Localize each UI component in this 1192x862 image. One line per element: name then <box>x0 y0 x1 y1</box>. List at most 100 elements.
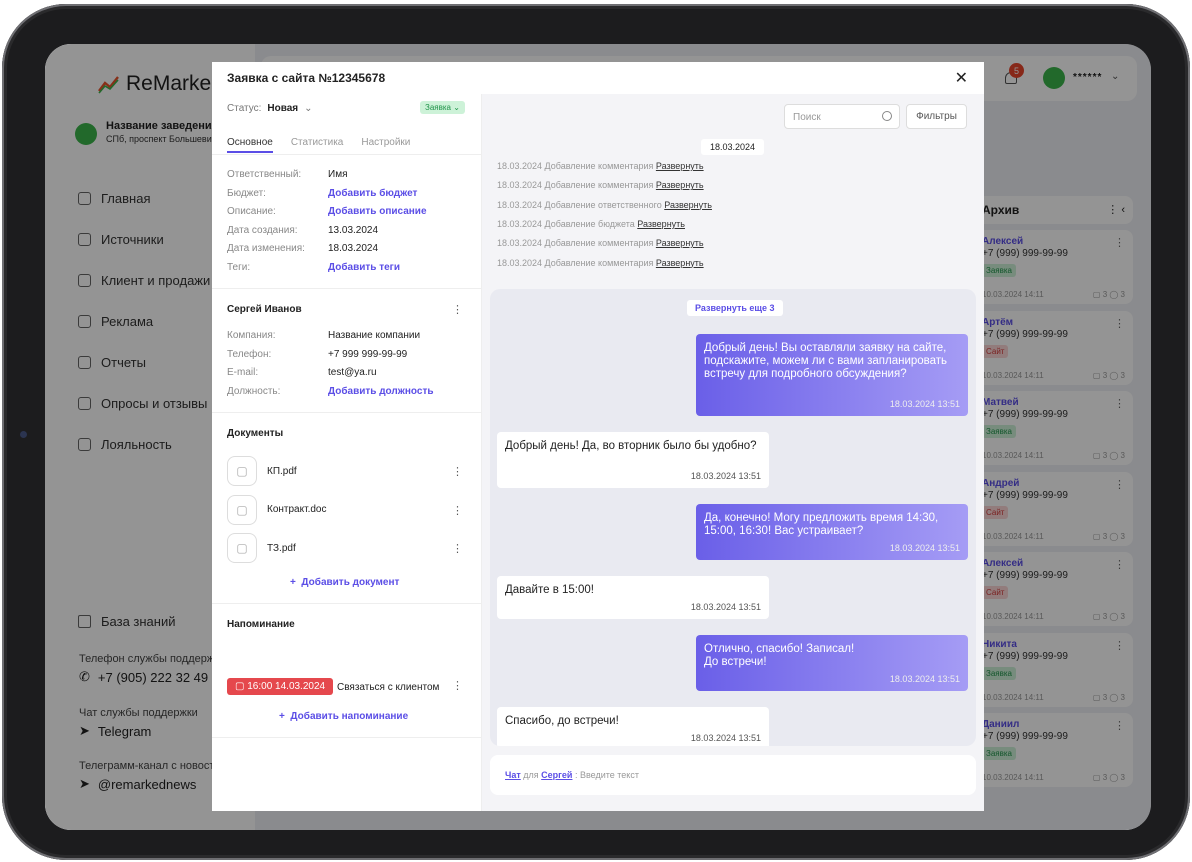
field-value[interactable]: Добавить бюджет <box>328 188 417 199</box>
expand-link[interactable]: Развернуть <box>656 180 704 190</box>
activity-panel: Поиск Фильтры 18.03.2024 18.03.2024 Доба… <box>482 94 984 811</box>
chat-thread: Развернуть еще 3 Добрый день! Вы оставля… <box>490 289 976 746</box>
status-selector[interactable]: Статус: Новая ⌄ <box>227 103 313 114</box>
field-value: 13.03.2024 <box>328 224 379 236</box>
document-menu-icon[interactable]: ⋮ <box>452 504 463 517</box>
log-text: 18.03.2024 Добавление ответственного <box>497 199 662 210</box>
recipient-link[interactable]: Сергей <box>541 770 572 780</box>
field-label: Компания: <box>227 330 276 341</box>
field-label: Описание: <box>227 206 276 218</box>
documents-title: Документы <box>227 428 284 439</box>
message-time: 18.03.2024 13:51 <box>889 399 960 409</box>
field-row: Бюджет: Добавить бюджет <box>227 188 417 199</box>
source-tag[interactable]: Заявка ⌄ <box>420 101 465 114</box>
field-label: Теги: <box>227 262 251 273</box>
tablet-frame: ReMarked Название заведения СПб, проспект… <box>2 4 1190 860</box>
for-label: для <box>523 770 539 780</box>
incoming-message: Давайте в 15:00! 18.03.2024 13:51 <box>497 576 769 619</box>
field-value: 18.03.2024 <box>328 243 379 255</box>
status-value: Новая <box>267 103 299 114</box>
search-input[interactable]: Поиск <box>784 104 900 129</box>
expand-link[interactable]: Развернуть <box>656 258 704 268</box>
expand-more-button[interactable]: Развернуть еще 3 <box>687 300 783 316</box>
activity-log-item: 18.03.2024 Добавление комментария Развер… <box>497 180 704 190</box>
source-tag-label: Заявка <box>425 103 451 112</box>
message-text: Спасибо, до встречи! <box>505 715 619 727</box>
incoming-message: Спасибо, до встречи! 18.03.2024 13:51 <box>497 707 769 746</box>
filters-button[interactable]: Фильтры <box>906 104 967 129</box>
log-text: 18.03.2024 Добавление комментария <box>497 257 654 268</box>
file-icon: ▢ <box>227 494 257 525</box>
message-time: 18.03.2024 13:51 <box>690 733 761 743</box>
divider <box>212 603 482 604</box>
document-menu-icon[interactable]: ⋮ <box>452 542 463 555</box>
field-label: Должность: <box>227 385 281 397</box>
close-icon[interactable]: ✕ <box>955 68 968 88</box>
document-item[interactable]: ▢ ТЗ.pdf <box>227 533 296 563</box>
modal-title: Заявка с сайта №12345678 <box>227 71 386 85</box>
field-label: Бюджет: <box>227 187 266 199</box>
divider <box>212 288 482 289</box>
expand-link[interactable]: Развернуть <box>656 238 704 248</box>
message-input[interactable]: Чат для Сергей : Введите текст <box>490 755 976 795</box>
field-value[interactable]: Добавить теги <box>328 262 400 273</box>
incoming-message: Добрый день! Да, во вторник было бы удоб… <box>497 432 769 488</box>
search-icon <box>882 111 892 121</box>
search-placeholder: Поиск <box>793 112 821 123</box>
message-time: 18.03.2024 13:51 <box>690 602 761 612</box>
field-value[interactable]: Добавить описание <box>328 206 427 217</box>
reminder-time: 16:00 14.03.2024 <box>247 681 326 692</box>
camera-dot <box>20 431 27 438</box>
file-icon: ▢ <box>227 456 257 486</box>
contact-menu-icon[interactable]: ⋮ <box>452 303 463 316</box>
expand-link[interactable]: Развернуть <box>656 161 704 171</box>
message-text: Добрый день! Да, во вторник было бы удоб… <box>505 440 757 452</box>
log-text: 18.03.2024 Добавление бюджета <box>497 218 635 229</box>
expand-link[interactable]: Развернуть <box>664 200 712 210</box>
input-placeholder: Введите текст <box>579 770 639 780</box>
activity-log-item: 18.03.2024 Добавление комментария Развер… <box>497 238 704 248</box>
document-item[interactable]: ▢ КП.pdf <box>227 456 297 486</box>
field-value[interactable]: Добавить должность <box>328 386 433 397</box>
field-row: Дата изменения: 18.03.2024 <box>227 243 378 254</box>
document-name: Контракт.doc <box>267 504 327 515</box>
document-name: ТЗ.pdf <box>267 542 296 554</box>
field-row: Должность: Добавить должность <box>227 386 433 397</box>
field-label: Ответственный: <box>227 169 302 180</box>
field-value: +7 999 999-99-99 <box>328 348 408 360</box>
reminder-text: Связаться с клиентом <box>337 682 440 693</box>
tab-settings[interactable]: Настройки <box>361 137 410 153</box>
activity-log-item: 18.03.2024 Добавление бюджета Развернуть <box>497 219 685 229</box>
field-row: Ответственный: Имя <box>227 169 347 180</box>
message-time: 18.03.2024 13:51 <box>889 543 960 553</box>
reminder-menu-icon[interactable]: ⋮ <box>452 679 463 692</box>
add-reminder-button[interactable]: + Добавить напоминание <box>279 711 408 722</box>
expand-link[interactable]: Развернуть <box>637 219 685 229</box>
reminder-title: Напоминание <box>227 619 295 630</box>
lead-modal: Заявка с сайта №12345678 ✕ Статус: Новая ⌄… <box>212 62 984 811</box>
mode-link[interactable]: Чат <box>505 770 521 780</box>
document-menu-icon[interactable]: ⋮ <box>452 465 463 478</box>
date-divider: 18.03.2024 <box>701 139 765 155</box>
document-item[interactable]: ▢ Контракт.doc <box>227 494 327 525</box>
field-label: Дата изменения: <box>227 243 305 255</box>
field-label: E-mail: <box>227 367 259 379</box>
reminder-time-badge[interactable]: ▢ 16:00 14.03.2024 <box>227 678 334 695</box>
field-row: Теги: Добавить теги <box>227 262 400 273</box>
log-text: 18.03.2024 Добавление комментария <box>497 238 654 249</box>
message-text: Добрый день! Вы оставляли заявку на сайт… <box>704 342 948 380</box>
lead-details-panel: Статус: Новая ⌄ Заявка ⌄ Основное Статисти… <box>212 94 482 811</box>
outgoing-message: Отлично, спасибо! Записал! До встречи! 18… <box>696 635 968 691</box>
activity-log-item: 18.03.2024 Добавление комментария Развер… <box>497 161 704 171</box>
field-value: Название компании <box>328 330 421 341</box>
tab-stats[interactable]: Статистика <box>291 137 344 153</box>
tab-main[interactable]: Основное <box>227 137 273 153</box>
message-text: Да, конечно! Могу предложить время 14:30… <box>704 512 939 537</box>
field-row: Компания: Название компании <box>227 330 420 341</box>
details-tabs: Основное Статистика Настройки <box>227 137 410 153</box>
activity-log-item: 18.03.2024 Добавление комментария Развер… <box>497 258 704 268</box>
add-document-button[interactable]: + Добавить документ <box>290 577 399 588</box>
message-time: 18.03.2024 13:51 <box>690 471 761 481</box>
field-row: E-mail: test@ya.ru <box>227 367 377 378</box>
add-reminder-label: Добавить напоминание <box>290 711 409 722</box>
